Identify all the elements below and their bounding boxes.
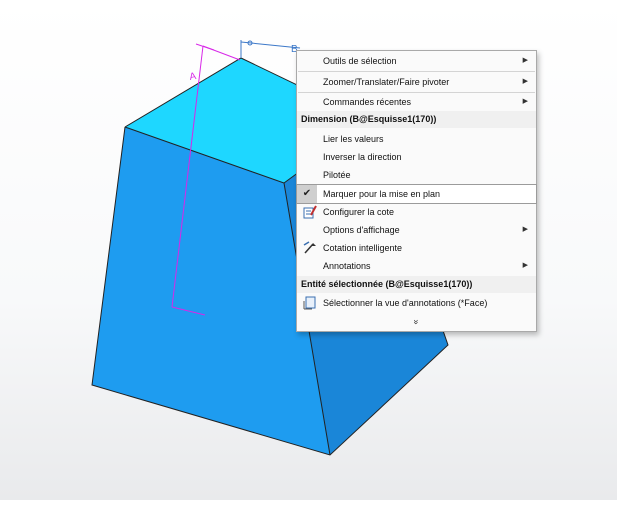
menu-separator bbox=[298, 71, 535, 72]
double-chevron-down-icon[interactable]: » bbox=[297, 313, 536, 331]
submenu-arrow-icon: ▶ bbox=[522, 98, 528, 105]
dimension-section-header: Dimension (B@Esquisse1(170)) bbox=[297, 111, 536, 128]
menu-item-label: Options d'affichage bbox=[323, 225, 400, 235]
menu-item-label: Lier les valeurs bbox=[323, 134, 384, 144]
menu-item-label: Commandes récentes bbox=[323, 97, 412, 107]
menu-item-label: Cotation intelligente bbox=[323, 243, 403, 253]
menu-item-driven[interactable]: Pilotée bbox=[297, 166, 536, 184]
smart-dimension-icon bbox=[303, 241, 316, 254]
menu-item-label: Configurer la cote bbox=[323, 207, 395, 217]
section-header-label: Dimension (B@Esquisse1(170)) bbox=[301, 114, 437, 124]
more-glyph: » bbox=[411, 319, 422, 325]
menu-item-label: Inverser la direction bbox=[323, 152, 402, 162]
menu-item-select-annotation-view[interactable]: Sélectionner la vue d'annotations (*Face… bbox=[297, 294, 536, 312]
menu-item-configure-dimension[interactable]: Configurer la cote bbox=[297, 203, 536, 221]
menu-item-selection-tools[interactable]: Outils de sélection ▶ bbox=[297, 52, 536, 70]
menu-item-zoom-pan-rotate[interactable]: Zoomer/Translater/Faire pivoter ▶ bbox=[297, 73, 536, 91]
menu-item-recent-commands[interactable]: Commandes récentes ▶ bbox=[297, 93, 536, 111]
context-menu[interactable]: Outils de sélection ▶ Zoomer/Translater/… bbox=[296, 50, 537, 332]
menu-item-label: Outils de sélection bbox=[323, 56, 397, 66]
submenu-arrow-icon: ▶ bbox=[522, 57, 528, 64]
submenu-arrow-icon: ▶ bbox=[522, 78, 528, 85]
check-icon: ✔ bbox=[297, 185, 317, 203]
section-header-label: Entité sélectionnée (B@Esquisse1(170)) bbox=[301, 279, 473, 289]
menu-item-label: Zoomer/Translater/Faire pivoter bbox=[323, 77, 450, 87]
menu-item-display-options[interactable]: Options d'affichage ▶ bbox=[297, 221, 536, 239]
configure-dimension-icon bbox=[303, 205, 317, 219]
menu-item-mark-for-drawing[interactable]: ✔ Marquer pour la mise en plan bbox=[296, 184, 537, 204]
submenu-arrow-icon: ▶ bbox=[522, 262, 528, 269]
menu-item-label: Sélectionner la vue d'annotations (*Face… bbox=[323, 298, 488, 308]
menu-item-annotations[interactable]: Annotations ▶ bbox=[297, 257, 536, 275]
menu-item-link-values[interactable]: Lier les valeurs bbox=[297, 130, 536, 148]
submenu-arrow-icon: ▶ bbox=[522, 226, 528, 233]
menu-item-flip-direction[interactable]: Inverser la direction bbox=[297, 148, 536, 166]
menu-item-label: Marquer pour la mise en plan bbox=[323, 189, 441, 199]
dimension-a-label[interactable]: A bbox=[189, 71, 198, 83]
menu-item-smart-dimension[interactable]: Cotation intelligente bbox=[297, 239, 536, 257]
menu-item-label: Pilotée bbox=[323, 170, 351, 180]
menu-item-label: Annotations bbox=[323, 261, 371, 271]
annotation-view-icon bbox=[303, 296, 316, 310]
entity-section-header: Entité sélectionnée (B@Esquisse1(170)) bbox=[297, 276, 536, 293]
